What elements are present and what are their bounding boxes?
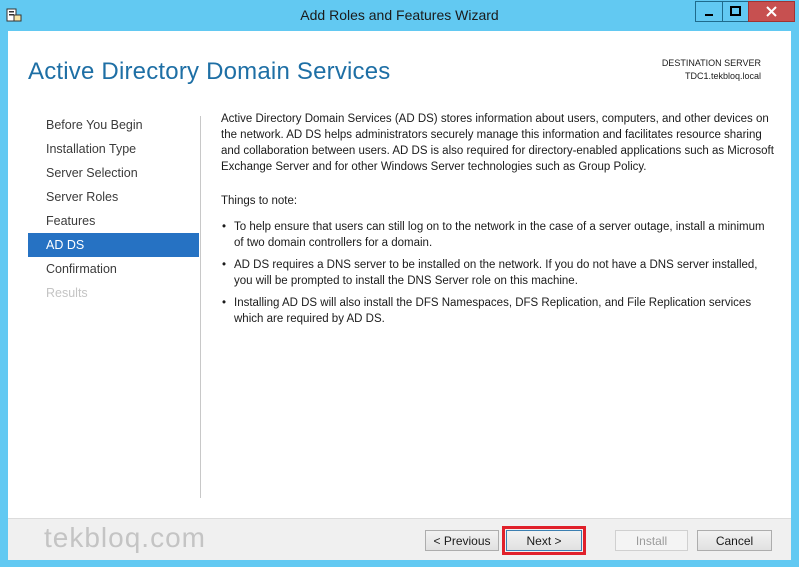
install-button: Install	[615, 530, 688, 551]
wizard-footer: tekbloq.com < Previous Next > Install Ca…	[8, 518, 791, 560]
title-bar[interactable]: Add Roles and Features Wizard	[0, 0, 799, 31]
nav-item-ad-ds[interactable]: AD DS	[28, 233, 199, 257]
previous-button[interactable]: < Previous	[425, 530, 499, 551]
page-title: Active Directory Domain Services	[28, 58, 391, 85]
nav-item-results: Results	[46, 286, 88, 300]
nav-item-installation-type[interactable]: Installation Type	[28, 137, 199, 161]
notes-heading: Things to note:	[221, 195, 298, 207]
close-button[interactable]	[748, 1, 795, 22]
next-button[interactable]: Next >	[502, 526, 586, 555]
wizard-window: Add Roles and Features Wizard Active Dir…	[0, 0, 799, 567]
destination-label: DESTINATION SERVER	[661, 58, 761, 68]
cancel-button[interactable]: Cancel	[697, 530, 772, 551]
nav-item-server-selection[interactable]: Server Selection	[28, 161, 199, 185]
wizard-body: Active Directory Domain Services DESTINA…	[8, 31, 791, 560]
bullet-icon: •	[222, 221, 227, 233]
nav-item-features[interactable]: Features	[28, 209, 199, 233]
maximize-button[interactable]	[722, 1, 749, 22]
wizard-steps-nav: Before You Begin Installation Type Serve…	[28, 113, 199, 305]
bullet-icon: •	[222, 259, 227, 271]
watermark-logo: tekbloq.com	[44, 522, 206, 553]
destination-server-info: DESTINATION SERVER TDC1.tekbloq.local	[662, 57, 761, 83]
destination-server-name: TDC1.tekbloq.local	[684, 71, 761, 81]
nav-item-server-roles[interactable]: Server Roles	[28, 185, 199, 209]
list-item: • AD DS requires a DNS server to be insta…	[222, 259, 758, 287]
minimize-button[interactable]	[695, 1, 723, 22]
list-item: • Installing AD DS will also install the …	[222, 297, 752, 325]
bullet-icon: •	[222, 297, 227, 309]
notes-list: • To help ensure that users can still log…	[221, 219, 776, 327]
window-title: Add Roles and Features Wizard	[300, 7, 499, 23]
list-item: • To help ensure that users can still log…	[222, 221, 765, 249]
intro-text: Active Directory Domain Services (AD DS)…	[221, 113, 774, 173]
description-panel: Active Directory Domain Services (AD DS)…	[221, 111, 776, 333]
nav-item-confirmation[interactable]: Confirmation	[28, 257, 199, 281]
nav-item-before-you-begin[interactable]: Before You Begin	[28, 113, 199, 137]
nav-divider	[200, 116, 201, 498]
